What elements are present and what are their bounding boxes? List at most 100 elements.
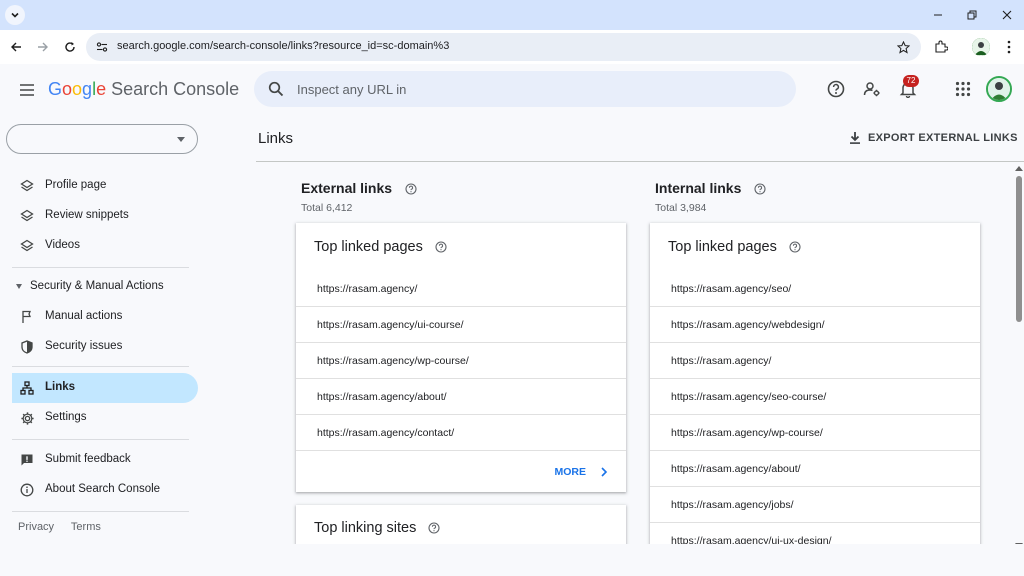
table-row[interactable]: https://rasam.agency/ui-course/	[296, 307, 626, 343]
sidebar-item-submit-feedback[interactable]: Submit feedback	[12, 445, 198, 475]
title-divider	[256, 161, 1024, 162]
url-inspection-search[interactable]	[254, 71, 796, 107]
browser-menu-icon[interactable]	[1000, 38, 1018, 56]
divider	[12, 267, 189, 268]
sidebar-item-label: Security issues	[45, 340, 123, 352]
table-row[interactable]: https://rasam.agency/wp-course/	[296, 343, 626, 379]
help-button[interactable]	[825, 78, 847, 100]
help-icon[interactable]	[428, 522, 440, 538]
info-icon	[18, 481, 36, 499]
minimize-button[interactable]	[929, 6, 947, 24]
account-avatar[interactable]	[986, 76, 1012, 102]
link-url: https://rasam.agency/	[317, 283, 418, 295]
sitemap-icon	[18, 379, 36, 397]
divider	[12, 366, 189, 367]
close-window-button[interactable]	[998, 6, 1016, 24]
table-row[interactable]: https://rasam.agency/contact/	[296, 415, 626, 451]
internal-top-linked-pages-card: Top linked pages https://rasam.agency/se…	[650, 223, 980, 553]
sidebar-item-settings[interactable]: Settings	[12, 403, 198, 433]
dropdown-caret-icon	[177, 137, 185, 142]
feedback-icon	[18, 451, 36, 469]
table-row[interactable]: https://rasam.agency/about/	[296, 379, 626, 415]
extensions-icon[interactable]	[932, 38, 950, 56]
sidebar: Profile page Review snippets Videos Secu…	[0, 118, 210, 548]
notification-count-badge: 72	[903, 75, 919, 87]
help-icon[interactable]	[754, 182, 766, 200]
sidebar-item-profile-page[interactable]: Profile page	[12, 171, 198, 201]
search-icon	[267, 80, 285, 98]
url-text[interactable]: search.google.com/search-console/links?r…	[117, 40, 449, 52]
sidebar-item-label: Review snippets	[45, 209, 129, 221]
scroll-up-arrow-icon[interactable]	[1015, 166, 1023, 171]
layers-icon	[18, 237, 36, 255]
sidebar-item-label: Submit feedback	[45, 453, 131, 465]
link-url: https://rasam.agency/	[671, 355, 772, 367]
content-scrollbar[interactable]	[1014, 166, 1024, 548]
external-top-linked-pages-card: Top linked pages https://rasam.agency/ h…	[296, 223, 626, 492]
external-links-title: External links	[301, 180, 393, 196]
sidebar-item-about[interactable]: About Search Console	[12, 475, 198, 505]
sidebar-item-links[interactable]: Links	[12, 373, 198, 403]
forward-button[interactable]	[34, 38, 52, 56]
link-url: https://rasam.agency/webdesign/	[671, 319, 825, 331]
sidebar-item-label: Profile page	[45, 179, 107, 191]
link-url: https://rasam.agency/wp-course/	[317, 355, 469, 367]
back-button[interactable]	[7, 38, 25, 56]
property-selector[interactable]	[6, 124, 198, 154]
menu-icon	[20, 84, 34, 96]
app-header: Google Search Console 72	[0, 64, 1024, 118]
section-toggle-security[interactable]: Security & Manual Actions	[12, 274, 198, 300]
sidebar-item-videos[interactable]: Videos	[12, 231, 198, 261]
browser-profile-avatar[interactable]	[972, 38, 990, 56]
tab-search-button[interactable]	[5, 5, 25, 25]
table-row[interactable]: https://rasam.agency/webdesign/	[650, 307, 980, 343]
internal-links-header: Internal links Total 3,984	[655, 180, 766, 214]
site-settings-icon[interactable]	[94, 39, 110, 55]
restore-button[interactable]	[963, 6, 981, 24]
search-input[interactable]	[297, 79, 777, 99]
product-name: Search Console	[111, 79, 240, 99]
scroll-thumb[interactable]	[1016, 176, 1022, 322]
link-url: https://rasam.agency/about/	[671, 463, 801, 475]
sidebar-item-security-issues[interactable]: Security issues	[12, 332, 198, 362]
arrow-right-icon	[38, 42, 48, 52]
help-icon[interactable]	[435, 241, 447, 257]
close-icon	[1002, 10, 1012, 20]
card-title: Top linked pages	[314, 239, 447, 257]
more-label: MORE	[554, 466, 587, 478]
main-menu-button[interactable]	[16, 79, 38, 101]
layers-icon	[18, 177, 36, 195]
table-row[interactable]: https://rasam.agency/jobs/	[650, 487, 980, 523]
table-row[interactable]: https://rasam.agency/seo-course/	[650, 379, 980, 415]
chevron-down-icon	[11, 12, 19, 18]
arrow-left-icon	[11, 42, 21, 52]
caret-down-icon	[16, 284, 22, 289]
table-row[interactable]: https://rasam.agency/	[296, 271, 626, 307]
bookmark-star-icon[interactable]	[895, 39, 911, 55]
more-button[interactable]: MORE	[555, 466, 609, 478]
address-bar[interactable]: search.google.com/search-console/links?r…	[86, 33, 921, 61]
chevron-right-icon	[601, 467, 608, 477]
privacy-link[interactable]: Privacy	[18, 521, 54, 533]
help-icon[interactable]	[789, 241, 801, 257]
google-apps-button[interactable]	[952, 78, 974, 100]
help-icon[interactable]	[404, 182, 417, 200]
table-row[interactable]: https://rasam.agency/	[650, 343, 980, 379]
link-url: https://rasam.agency/seo/	[671, 283, 792, 295]
terms-link[interactable]: Terms	[71, 521, 101, 533]
link-url: https://rasam.agency/contact/	[317, 427, 455, 439]
sidebar-item-label: Links	[45, 381, 76, 393]
sidebar-item-review-snippets[interactable]: Review snippets	[12, 201, 198, 231]
export-external-links-button[interactable]: EXPORT EXTERNAL LINKS	[846, 128, 1018, 148]
browser-toolbar: search.google.com/search-console/links?r…	[0, 30, 1024, 64]
reload-button[interactable]	[61, 38, 79, 56]
table-row[interactable]: https://rasam.agency/about/	[650, 451, 980, 487]
table-row[interactable]: https://rasam.agency/seo/	[650, 271, 980, 307]
sidebar-item-manual-actions[interactable]: Manual actions	[12, 302, 198, 332]
link-url: https://rasam.agency/ui-course/	[317, 319, 464, 331]
shield-icon	[18, 338, 36, 356]
gear-icon	[18, 409, 36, 427]
manage-users-button[interactable]	[861, 78, 883, 100]
table-row[interactable]: https://rasam.agency/wp-course/	[650, 415, 980, 451]
search-console-logo[interactable]: Google Search Console	[48, 79, 239, 100]
